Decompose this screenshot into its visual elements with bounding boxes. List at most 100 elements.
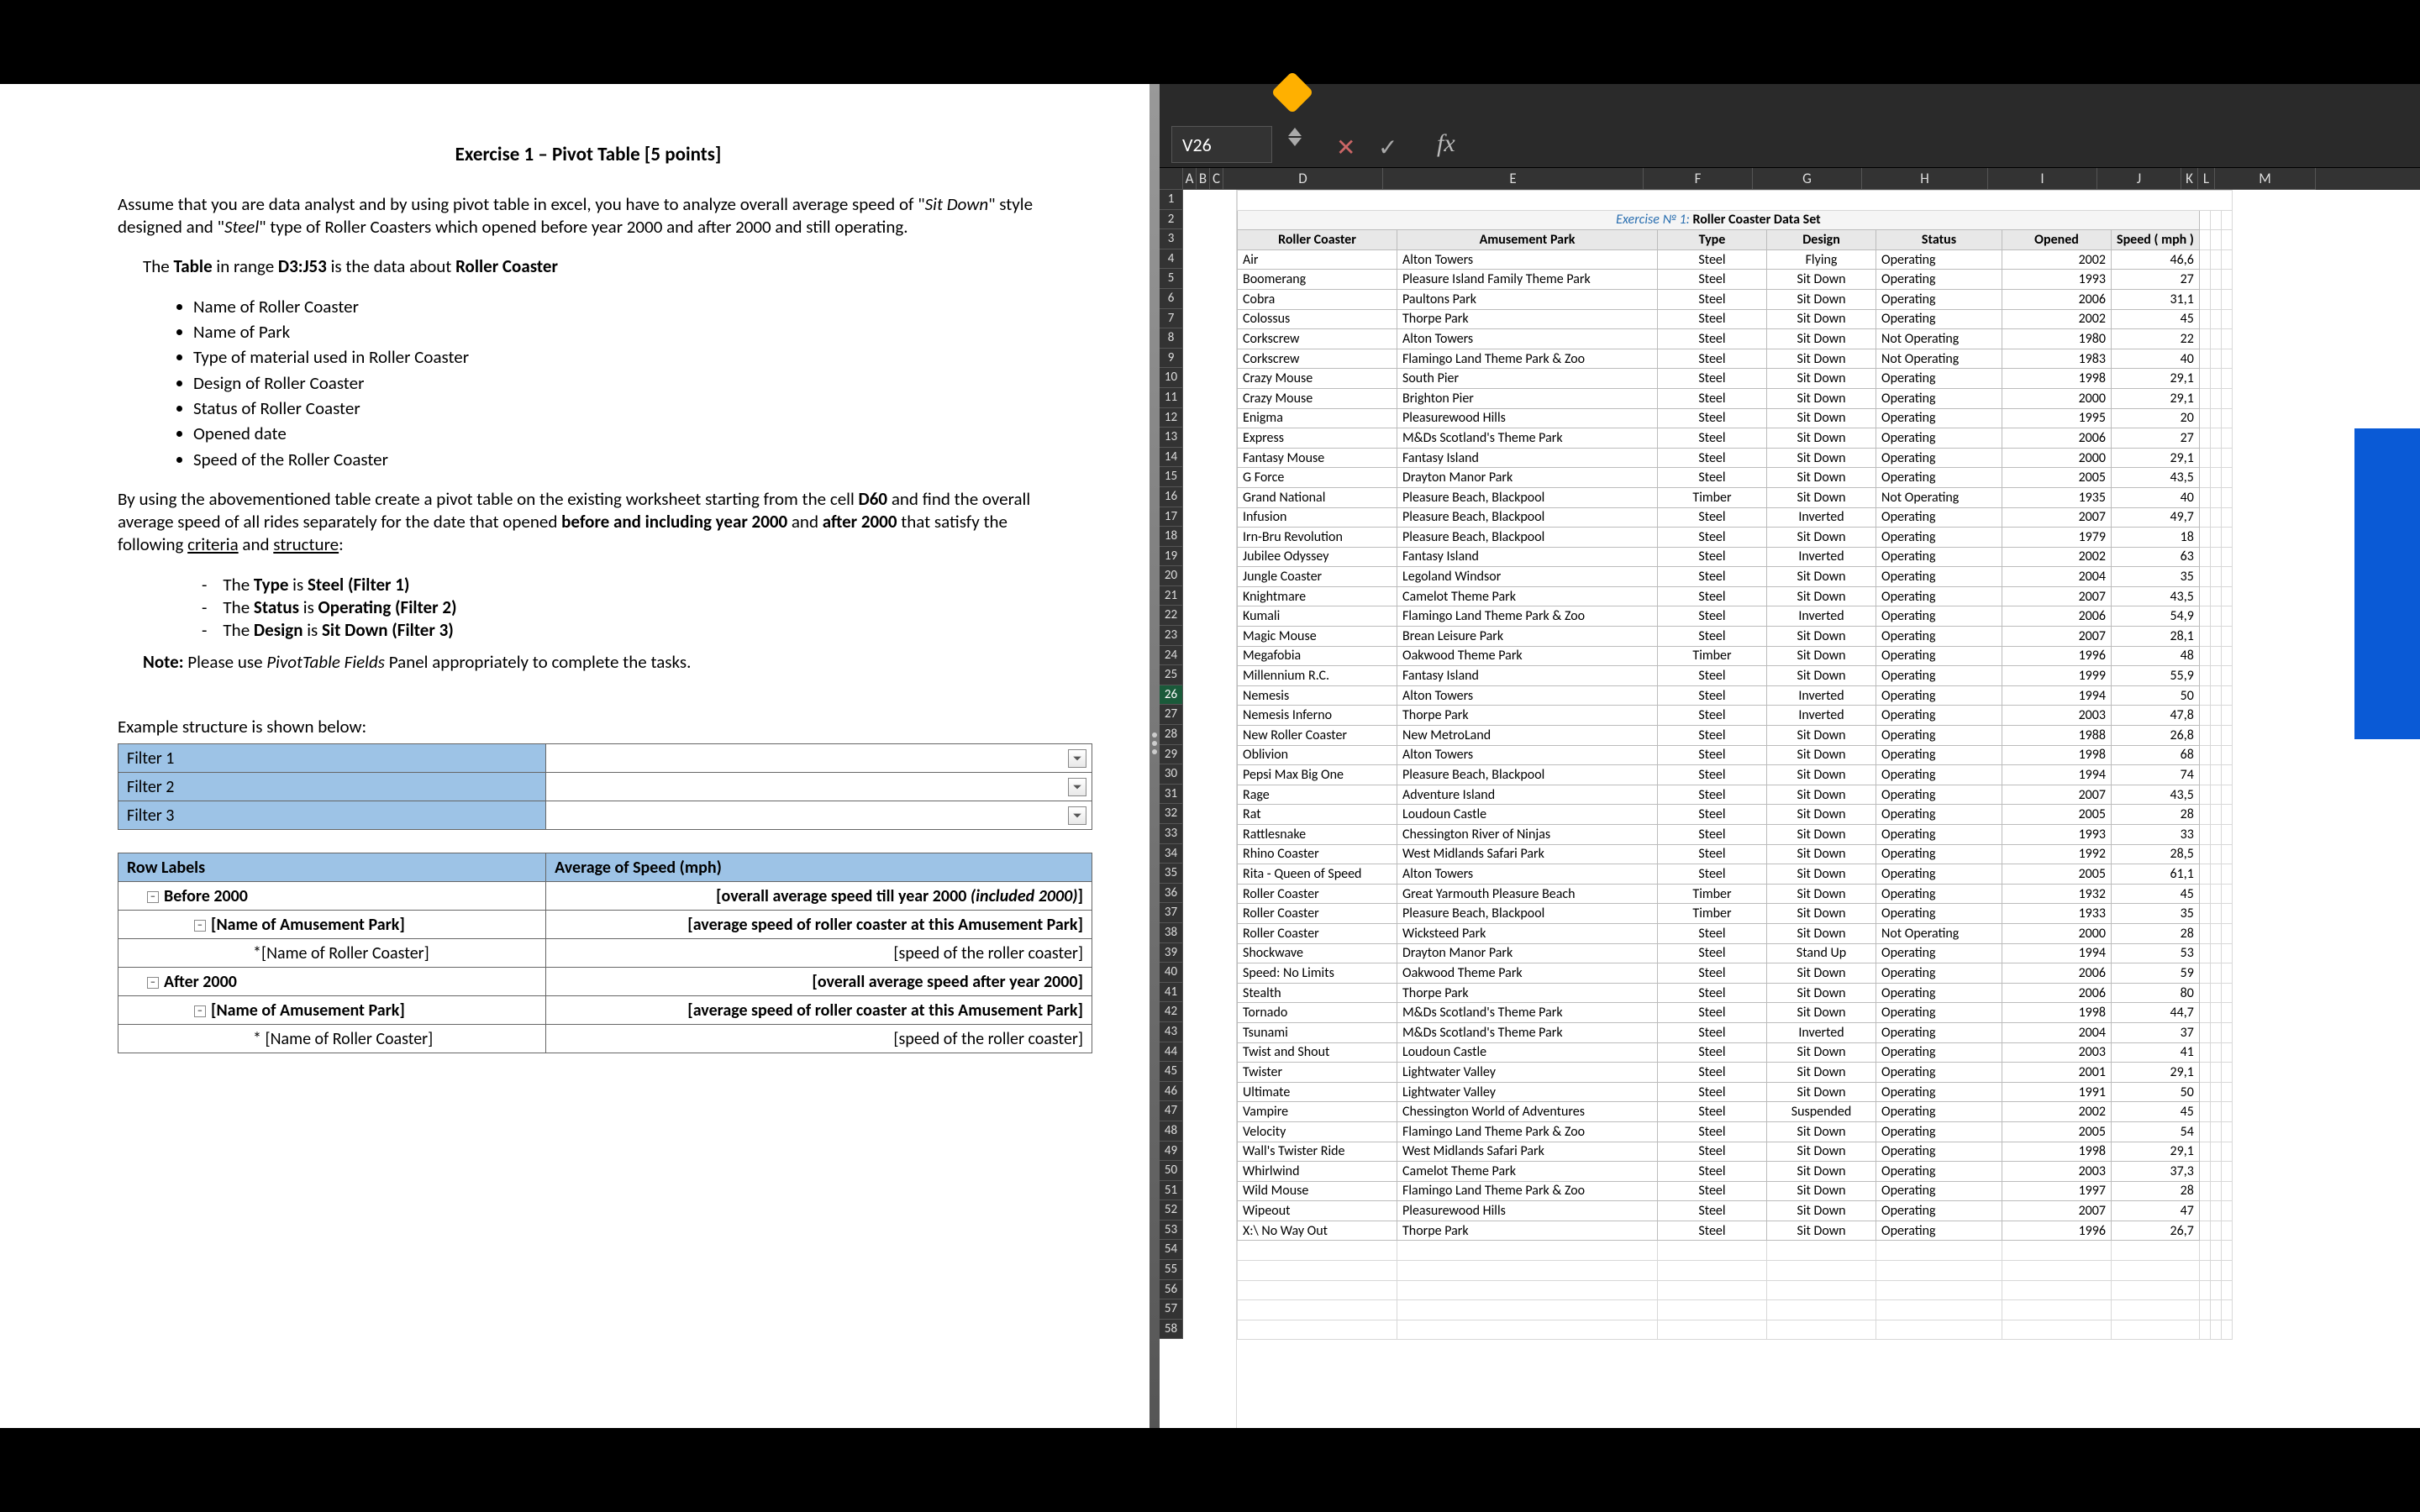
row-header-1[interactable]: 1: [1160, 190, 1183, 210]
row-header-43[interactable]: 43: [1160, 1022, 1183, 1042]
row-header-52[interactable]: 52: [1160, 1200, 1183, 1221]
avg-header: Average of Speed (mph): [546, 853, 1092, 882]
row-header-18[interactable]: 18: [1160, 527, 1183, 547]
row-header-44[interactable]: 44: [1160, 1042, 1183, 1063]
spreadsheet-grid[interactable]: ABCDEFGHIJKLM 12345678910111213141516171…: [1160, 168, 2420, 1428]
row-header-6[interactable]: 6: [1160, 289, 1183, 309]
col-header-F[interactable]: F: [1644, 168, 1753, 190]
row-header-55[interactable]: 55: [1160, 1260, 1183, 1280]
col-header-J[interactable]: J: [2097, 168, 2181, 190]
filter-dropdown-icon[interactable]: [1068, 778, 1086, 796]
doc-bullets: Name of Roller Coaster Name of Park Type…: [193, 296, 1059, 471]
row-header-25[interactable]: 25: [1160, 665, 1183, 685]
row-header-26[interactable]: 26: [1160, 685, 1183, 706]
col-header-I[interactable]: I: [1988, 168, 2097, 190]
row-header-47[interactable]: 47: [1160, 1101, 1183, 1121]
row-header-17[interactable]: 17: [1160, 507, 1183, 528]
row-header-56[interactable]: 56: [1160, 1280, 1183, 1300]
row-header-29[interactable]: 29: [1160, 745, 1183, 765]
filter-3-value[interactable]: [546, 801, 1092, 830]
collapse-icon[interactable]: −: [194, 1005, 206, 1017]
collapse-icon[interactable]: −: [147, 891, 159, 903]
row-header-49[interactable]: 49: [1160, 1142, 1183, 1162]
row-header-33[interactable]: 33: [1160, 824, 1183, 844]
filter-2-value[interactable]: [546, 773, 1092, 801]
name-box-stepper[interactable]: [1282, 126, 1307, 148]
row-header-2[interactable]: 2: [1160, 210, 1183, 230]
row-header-54[interactable]: 54: [1160, 1240, 1183, 1260]
row-header-10[interactable]: 10: [1160, 368, 1183, 388]
collapse-icon[interactable]: −: [147, 977, 159, 989]
row-header-3[interactable]: 3: [1160, 229, 1183, 249]
row-header-4[interactable]: 4: [1160, 249, 1183, 270]
formula-cancel-icon[interactable]: ✕: [1336, 133, 1355, 162]
doc-example-label: Example structure is shown below:: [118, 716, 1059, 738]
col-header-A[interactable]: A: [1183, 168, 1197, 190]
row-header-37[interactable]: 37: [1160, 903, 1183, 923]
row-header-35[interactable]: 35: [1160, 864, 1183, 884]
row-header-16[interactable]: 16: [1160, 487, 1183, 507]
row-header-30[interactable]: 30: [1160, 764, 1183, 785]
collapse-icon[interactable]: −: [194, 920, 206, 932]
col-header-G[interactable]: G: [1753, 168, 1862, 190]
name-box[interactable]: V26: [1171, 126, 1272, 163]
row-header-11[interactable]: 11: [1160, 388, 1183, 408]
col-header-B[interactable]: B: [1197, 168, 1210, 190]
row-header-53[interactable]: 53: [1160, 1221, 1183, 1241]
row-header-38[interactable]: 38: [1160, 923, 1183, 943]
col-header-H[interactable]: H: [1862, 168, 1988, 190]
row-header-13[interactable]: 13: [1160, 428, 1183, 448]
filter-1-value[interactable]: [546, 744, 1092, 773]
row-header-46[interactable]: 46: [1160, 1082, 1183, 1102]
col-header-D[interactable]: D: [1223, 168, 1383, 190]
row-header-45[interactable]: 45: [1160, 1062, 1183, 1082]
row-header-51[interactable]: 51: [1160, 1181, 1183, 1201]
row-header-50[interactable]: 50: [1160, 1161, 1183, 1181]
pane-splitter[interactable]: [1150, 84, 1160, 1428]
row-header-31[interactable]: 31: [1160, 785, 1183, 805]
row-header-42[interactable]: 42: [1160, 1002, 1183, 1022]
row-header-20[interactable]: 20: [1160, 566, 1183, 586]
row-header-39[interactable]: 39: [1160, 943, 1183, 963]
row-header-21[interactable]: 21: [1160, 586, 1183, 606]
select-all-corner[interactable]: [1160, 168, 1183, 190]
row-header-34[interactable]: 34: [1160, 844, 1183, 864]
fx-icon[interactable]: fx: [1437, 129, 1455, 158]
row-header-57[interactable]: 57: [1160, 1299, 1183, 1320]
col-header-M[interactable]: M: [2215, 168, 2316, 190]
row-header-40[interactable]: 40: [1160, 963, 1183, 983]
filter-dropdown-icon[interactable]: [1068, 806, 1086, 825]
row-header-8[interactable]: 8: [1160, 328, 1183, 349]
row-header-7[interactable]: 7: [1160, 309, 1183, 329]
row-header-27[interactable]: 27: [1160, 705, 1183, 725]
row-header-36[interactable]: 36: [1160, 884, 1183, 904]
row-header-23[interactable]: 23: [1160, 626, 1183, 646]
row-header-48[interactable]: 48: [1160, 1121, 1183, 1142]
doc-note: Note: Please use PivotTable Fields Panel…: [143, 651, 1059, 674]
spreadsheet-pane: V26 ✕ ✓ fx ABCDEFGHIJKLM 123456789101112…: [1160, 84, 2420, 1428]
row-header-5[interactable]: 5: [1160, 269, 1183, 289]
side-panel[interactable]: [2351, 428, 2420, 739]
row-headers[interactable]: 1234567891011121314151617181920212223242…: [1160, 190, 1183, 1339]
row-header-9[interactable]: 9: [1160, 349, 1183, 369]
formula-accept-icon[interactable]: ✓: [1378, 133, 1397, 162]
row-header-41[interactable]: 41: [1160, 983, 1183, 1003]
spreadsheet-toolbar: V26 ✕ ✓ fx: [1160, 84, 2420, 168]
filter-3-header: Filter 3: [118, 801, 546, 830]
row-header-24[interactable]: 24: [1160, 646, 1183, 666]
data-table[interactable]: Exercise № 1: Roller Coaster Data SetRol…: [1237, 190, 2233, 1340]
row-header-28[interactable]: 28: [1160, 725, 1183, 745]
row-header-22[interactable]: 22: [1160, 606, 1183, 626]
row-header-19[interactable]: 19: [1160, 547, 1183, 567]
row-header-15[interactable]: 15: [1160, 467, 1183, 487]
row-header-14[interactable]: 14: [1160, 448, 1183, 468]
col-header-L[interactable]: L: [2198, 168, 2215, 190]
row-header-32[interactable]: 32: [1160, 804, 1183, 824]
column-headers[interactable]: ABCDEFGHIJKLM: [1160, 168, 2420, 190]
filter-dropdown-icon[interactable]: [1068, 749, 1086, 768]
row-header-12[interactable]: 12: [1160, 408, 1183, 428]
col-header-K[interactable]: K: [2181, 168, 2198, 190]
row-header-58[interactable]: 58: [1160, 1320, 1183, 1340]
col-header-E[interactable]: E: [1383, 168, 1644, 190]
col-header-C[interactable]: C: [1210, 168, 1223, 190]
